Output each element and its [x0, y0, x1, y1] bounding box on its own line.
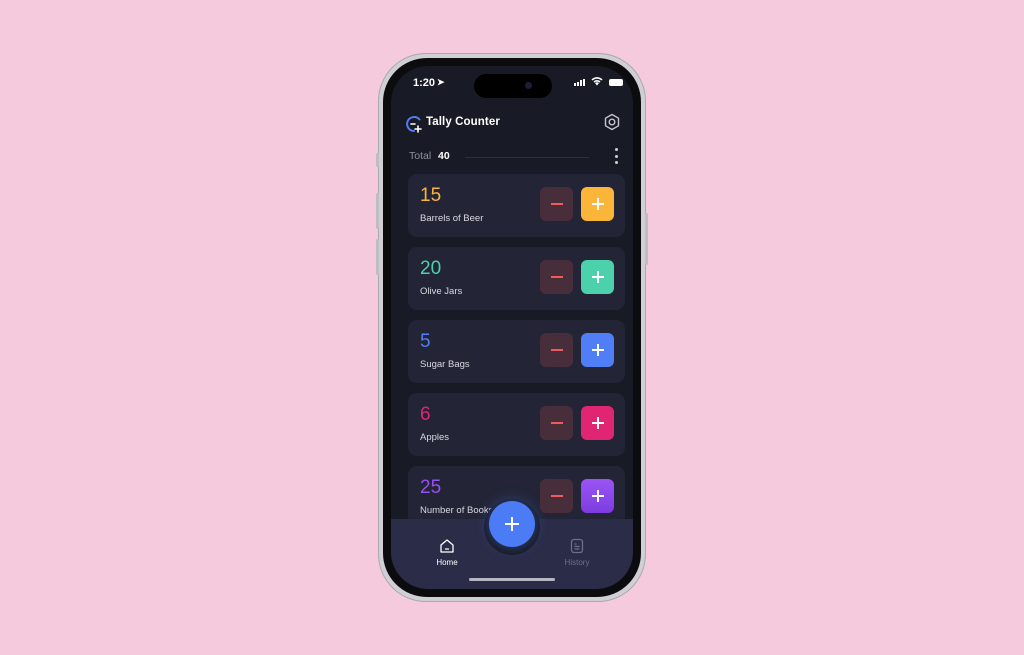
minus-icon — [550, 422, 563, 424]
increment-button[interactable] — [581, 479, 614, 513]
plus-icon — [505, 517, 519, 531]
total-row: Total 40 — [409, 146, 621, 166]
camera-icon — [525, 82, 532, 89]
volume-up-button — [376, 193, 379, 229]
nav-history-label: History — [564, 558, 590, 567]
app-title: Tally Counter — [426, 116, 500, 128]
app-screen: 1:20 ➤ Tally Counter Total 40 15 Barrels… — [391, 66, 633, 589]
counter-card: 15 Barrels of Beer — [408, 174, 625, 237]
plus-icon — [591, 271, 604, 283]
minus-icon — [550, 495, 563, 497]
counter-value: 6 — [420, 404, 431, 425]
total-value: 40 — [438, 150, 450, 162]
history-document-icon — [570, 538, 584, 554]
add-counter-button[interactable] — [489, 501, 535, 547]
status-time: 1:20 — [413, 77, 436, 89]
decrement-button[interactable] — [540, 479, 573, 513]
counter-list: 15 Barrels of Beer 20 Olive Jars 5 Sugar… — [408, 174, 625, 539]
decrement-button[interactable] — [540, 187, 573, 221]
settings-hexagon-icon[interactable] — [603, 113, 621, 131]
counter-name: Sugar Bags — [420, 359, 470, 370]
minus-icon — [550, 203, 563, 205]
home-indicator — [469, 578, 555, 581]
location-arrow-icon: ➤ — [437, 77, 445, 87]
wifi-icon — [591, 77, 603, 86]
increment-button[interactable] — [581, 333, 614, 367]
counter-name: Apples — [420, 432, 450, 443]
counter-value: 5 — [420, 331, 431, 352]
plus-icon — [591, 198, 604, 210]
action-button — [376, 153, 379, 167]
plus-icon — [591, 417, 604, 429]
counter-name: Olive Jars — [420, 286, 463, 297]
counter-value: 25 — [420, 477, 442, 498]
volume-down-button — [376, 239, 379, 275]
nav-home-label: Home — [436, 558, 458, 567]
plus-icon — [591, 344, 604, 356]
app-logo-icon — [406, 116, 422, 133]
divider — [465, 157, 589, 158]
counter-card: 5 Sugar Bags — [408, 320, 625, 383]
battery-icon — [609, 79, 623, 86]
counter-name: Barrels of Beer — [420, 213, 484, 224]
phone-frame: 1:20 ➤ Tally Counter Total 40 15 Barrels… — [376, 53, 648, 602]
counter-value: 15 — [420, 185, 442, 206]
increment-button[interactable] — [581, 260, 614, 294]
counter-card: 6 Apples — [408, 393, 625, 456]
increment-button[interactable] — [581, 187, 614, 221]
increment-button[interactable] — [581, 406, 614, 440]
dynamic-island — [474, 74, 552, 98]
nav-home[interactable]: Home — [417, 538, 477, 567]
decrement-button[interactable] — [540, 406, 573, 440]
plus-icon — [591, 490, 604, 502]
minus-icon — [550, 349, 563, 351]
more-options-icon[interactable] — [613, 148, 619, 164]
nav-history[interactable]: History — [547, 538, 607, 567]
minus-icon — [550, 276, 563, 278]
decrement-button[interactable] — [540, 333, 573, 367]
power-button — [645, 213, 648, 265]
app-header: Tally Counter — [405, 112, 621, 136]
counter-name: Number of Books — [420, 505, 494, 516]
home-icon — [440, 539, 454, 553]
counter-value: 20 — [420, 258, 442, 279]
status-bar: 1:20 ➤ — [391, 66, 633, 100]
cellular-signal-icon — [574, 79, 585, 86]
decrement-button[interactable] — [540, 260, 573, 294]
total-label: Total — [409, 150, 432, 162]
counter-card: 20 Olive Jars — [408, 247, 625, 310]
